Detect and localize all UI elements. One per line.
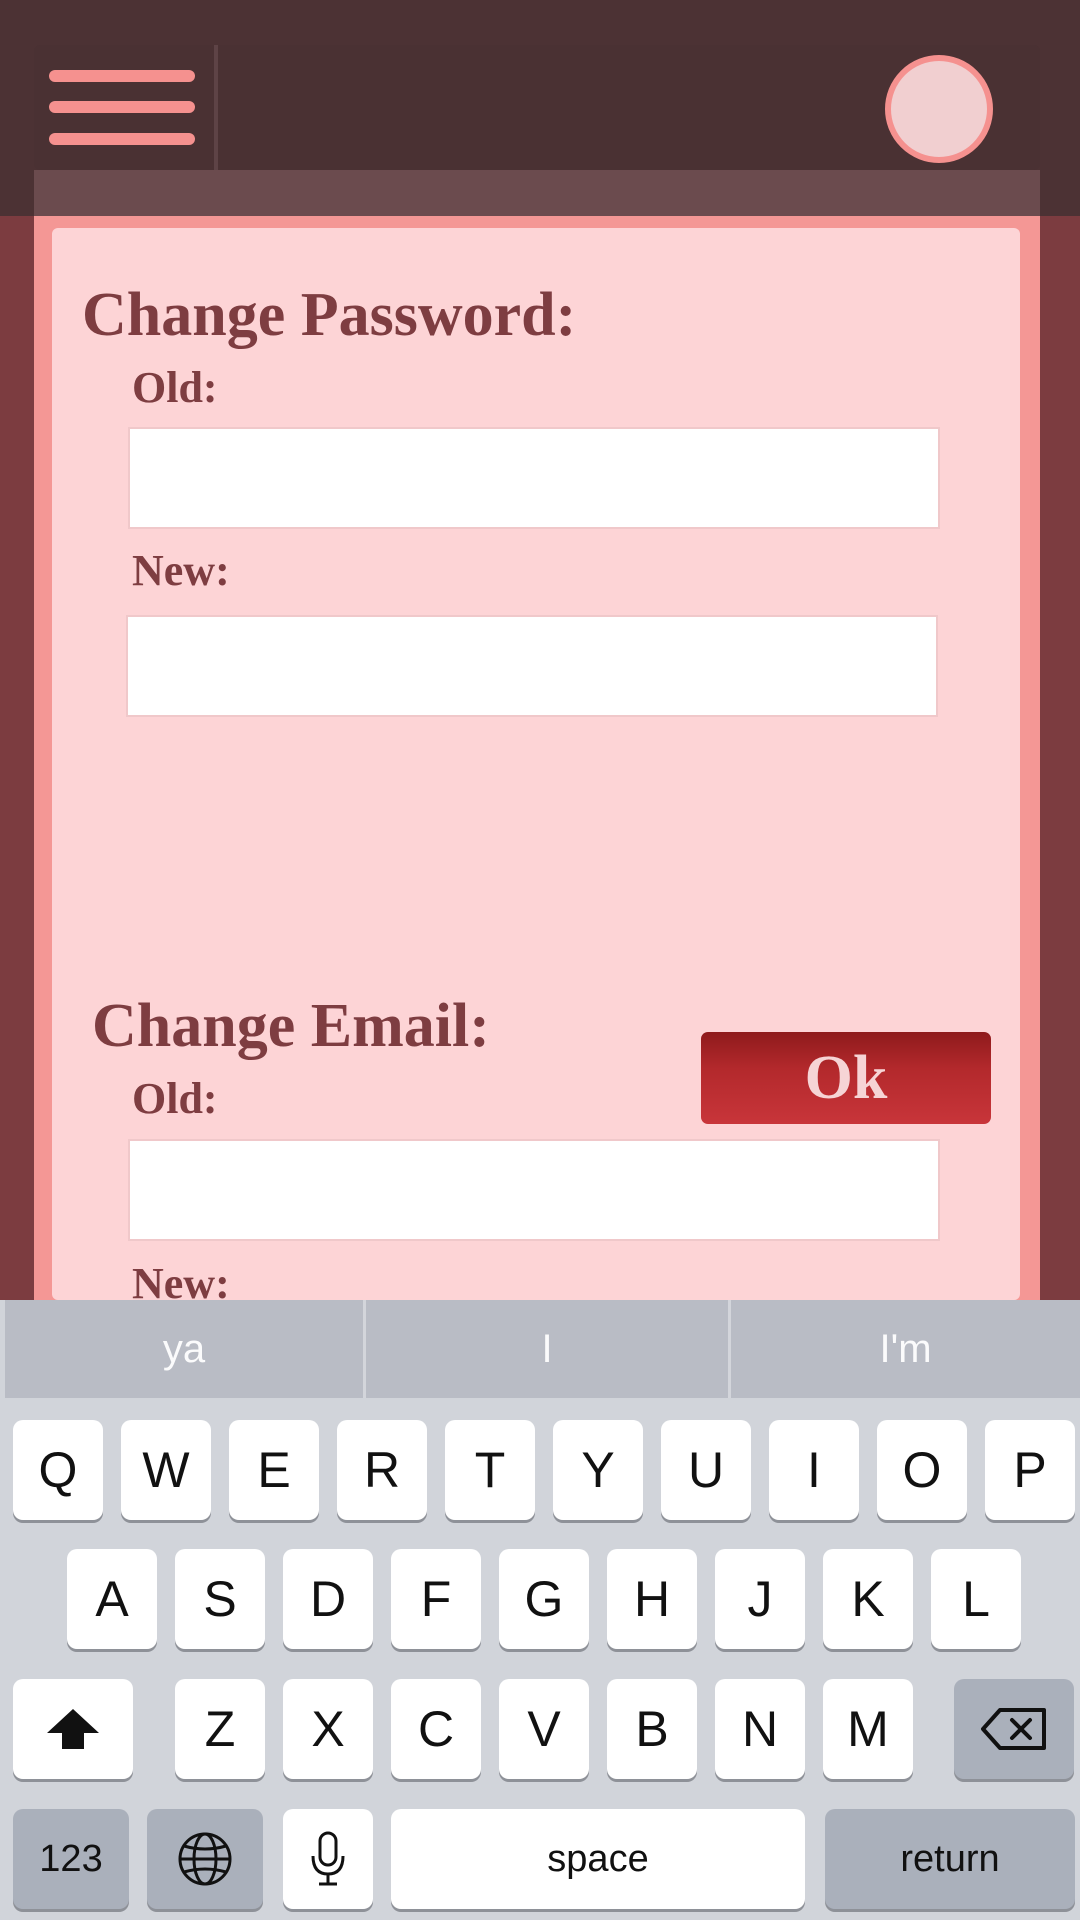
change-email-title: Change Email: [92, 992, 490, 1060]
old-email-input[interactable] [128, 1139, 940, 1241]
old-email-label: Old: [132, 1074, 218, 1123]
key-b[interactable]: B [607, 1679, 697, 1779]
return-key[interactable]: return [825, 1809, 1075, 1909]
change-password-title: Change Password: [82, 281, 577, 349]
new-password-input[interactable] [126, 615, 938, 717]
old-password-label: Old: [132, 363, 218, 412]
menu-bar-line [49, 101, 195, 113]
suggestion-item[interactable]: I'm [731, 1300, 1080, 1398]
space-key[interactable]: space [391, 1809, 805, 1909]
key-p[interactable]: P [985, 1420, 1075, 1520]
globe-glyph [178, 1832, 232, 1886]
key-q[interactable]: Q [13, 1420, 103, 1520]
suggestion-item[interactable]: ya [5, 1300, 363, 1398]
key-o[interactable]: O [877, 1420, 967, 1520]
key-h[interactable]: H [607, 1549, 697, 1649]
shift-glyph [47, 1709, 99, 1749]
old-password-input[interactable] [128, 427, 940, 529]
key-e[interactable]: E [229, 1420, 319, 1520]
key-r[interactable]: R [337, 1420, 427, 1520]
suggestion-item[interactable]: I [366, 1300, 728, 1398]
key-n[interactable]: N [715, 1679, 805, 1779]
key-i[interactable]: I [769, 1420, 859, 1520]
key-l[interactable]: L [931, 1549, 1021, 1649]
backspace-icon[interactable] [954, 1679, 1074, 1779]
numbers-key[interactable]: 123 [13, 1809, 129, 1909]
key-t[interactable]: T [445, 1420, 535, 1520]
key-g[interactable]: G [499, 1549, 589, 1649]
microphone-glyph [311, 1831, 345, 1886]
key-v[interactable]: V [499, 1679, 589, 1779]
menu-bar-line [49, 70, 195, 82]
header-divider-strip [34, 170, 1040, 216]
menu-bar-line [49, 133, 195, 145]
key-x[interactable]: X [283, 1679, 373, 1779]
profile-avatar-icon[interactable] [885, 55, 993, 163]
key-k[interactable]: K [823, 1549, 913, 1649]
key-u[interactable]: U [661, 1420, 751, 1520]
key-y[interactable]: Y [553, 1420, 643, 1520]
key-m[interactable]: M [823, 1679, 913, 1779]
new-email-label: New: [132, 1259, 230, 1300]
new-password-label: New: [132, 546, 230, 595]
on-screen-keyboard: ya I I'm Q W E R T Y U I O P A S D F G H… [0, 1300, 1080, 1920]
key-j[interactable]: J [715, 1549, 805, 1649]
shift-icon[interactable] [13, 1679, 133, 1779]
key-w[interactable]: W [121, 1420, 211, 1520]
hamburger-menu-icon[interactable] [34, 45, 214, 170]
settings-panel: Change Password: Old: New: Ok Change Ema… [52, 228, 1020, 1300]
key-z[interactable]: Z [175, 1679, 265, 1779]
key-f[interactable]: F [391, 1549, 481, 1649]
globe-icon[interactable] [147, 1809, 263, 1909]
suggestion-bar: ya I I'm [5, 1300, 1080, 1398]
key-c[interactable]: C [391, 1679, 481, 1779]
backspace-glyph [981, 1708, 1046, 1750]
microphone-icon[interactable] [283, 1809, 373, 1909]
key-a[interactable]: A [67, 1549, 157, 1649]
ok-button[interactable]: Ok [701, 1032, 991, 1124]
key-s[interactable]: S [175, 1549, 265, 1649]
key-d[interactable]: D [283, 1549, 373, 1649]
header-separator [214, 45, 218, 170]
